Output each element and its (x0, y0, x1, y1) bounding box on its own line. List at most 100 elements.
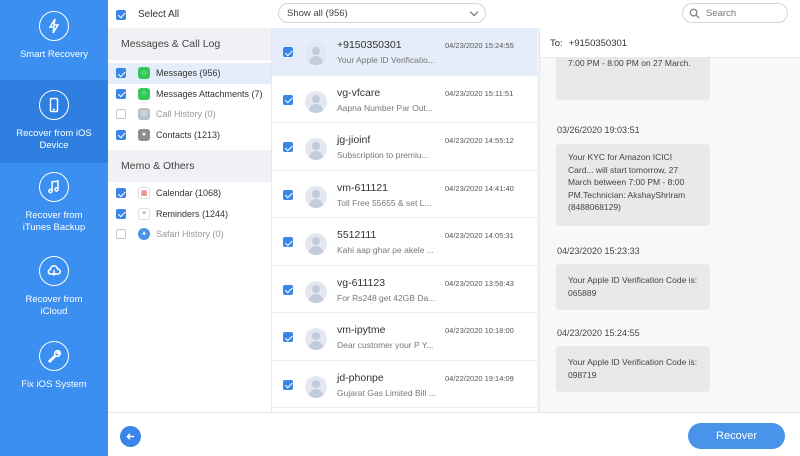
nav-recover-icloud[interactable]: Recover from iCloud (0, 256, 108, 326)
footer-bar: Recover (108, 412, 800, 456)
contacts-icon: ● (138, 128, 150, 141)
message-bubble: Your Apple ID Verification Code is: 0987… (556, 346, 710, 392)
message-checkbox[interactable] (283, 189, 293, 200)
cloud-icon (39, 256, 69, 286)
message-bubble: Your Apple ID Verification Code is: 0658… (556, 264, 710, 310)
category-reminders[interactable]: ≡ Reminders (1244) (108, 204, 271, 225)
wrench-icon (39, 341, 69, 371)
calendar-icon: ▦ (138, 187, 150, 200)
avatar (305, 185, 327, 208)
category-contacts[interactable]: ● Contacts (1213) (108, 125, 271, 146)
select-all-checkbox[interactable] (116, 9, 126, 20)
message-preview: Your Apple ID Verificatio... (337, 55, 435, 65)
message-sender: jd-phonpe (337, 371, 384, 384)
search-icon (689, 8, 700, 19)
phone-icon (39, 90, 69, 120)
category-label: Contacts (1213) (156, 129, 221, 140)
search-input[interactable] (706, 7, 776, 19)
arrow-left-icon (126, 433, 135, 440)
left-nav: Smart Recovery Recover from iOS Device R… (0, 0, 108, 456)
category-panel: Messages & Call Log ○ Messages (956) ○ M… (108, 28, 272, 412)
category-messages[interactable]: ○ Messages (956) (108, 63, 271, 84)
category-calendar[interactable]: ▦ Calendar (1068) (108, 183, 271, 204)
message-sender: vg-vfcare (337, 86, 381, 99)
message-bubble: Your KYC for Amazon ICICI Card... will s… (556, 144, 710, 226)
category-label: Messages (956) (156, 68, 221, 79)
message-checkbox[interactable] (283, 284, 293, 295)
category-checkbox[interactable] (116, 229, 126, 240)
nav-recover-ios-device[interactable]: Recover from iOS Device (0, 80, 108, 163)
message-checkbox[interactable] (283, 237, 293, 247)
message-checkbox[interactable] (283, 379, 293, 390)
music-icon (39, 172, 69, 202)
message-date: 04/22/2020 19:14:09 (445, 373, 514, 383)
message-checkbox[interactable] (283, 332, 293, 342)
category-checkbox[interactable] (116, 88, 126, 99)
message-preview: For Rs248 get 42GB Da... (337, 292, 436, 303)
message-checkbox[interactable] (283, 47, 293, 57)
nav-label: Smart Recovery (19, 49, 89, 60)
category-checkbox[interactable] (116, 208, 126, 219)
category-label: Messages Attachments (7) (156, 88, 263, 99)
message-preview: Aapna Number Par Out... (337, 102, 433, 113)
attachments-icon: ○ (138, 87, 150, 100)
to-number: +9150350301 (568, 38, 628, 49)
category-checkbox[interactable] (116, 188, 126, 199)
category-label: Safari History (0) (156, 229, 224, 240)
list-item[interactable]: +9150350301 04/23/2020 15:24:55 Your App… (272, 28, 537, 76)
avatar (305, 328, 327, 350)
category-label: Call History (0) (156, 109, 216, 120)
category-messages-attachments[interactable]: ○ Messages Attachments (7) (108, 84, 271, 105)
list-item[interactable]: jd-phonpe 04/22/2020 19:14:09 Gujarat Ga… (272, 361, 537, 408)
message-list: +9150350301 04/23/2020 15:24:55 Your App… (272, 28, 540, 412)
avatar (305, 280, 327, 303)
category-group-header: Messages & Call Log (108, 28, 271, 60)
chevron-down-icon (469, 7, 479, 17)
select-all[interactable]: Select All (116, 9, 179, 20)
category-checkbox[interactable] (116, 109, 126, 120)
list-item[interactable]: jg-jioinf 04/23/2020 14:55:12 Subscripti… (272, 123, 537, 171)
back-button[interactable] (120, 426, 141, 447)
message-checkbox[interactable] (283, 142, 293, 152)
nav-smart-recovery[interactable]: Smart Recovery (0, 11, 108, 73)
category-checkbox[interactable] (116, 129, 126, 140)
search-box[interactable] (682, 3, 788, 23)
message-date: 04/23/2020 14:05:31 (445, 231, 514, 240)
category-label: Reminders (1244) (156, 208, 229, 219)
avatar (305, 43, 327, 65)
list-item[interactable]: vm-ipytme 04/23/2020 10:18:00 Dear custo… (272, 313, 537, 361)
message-date: 04/23/2020 14:41:40 (445, 183, 514, 193)
list-item[interactable]: vg-vfcare 04/23/2020 15:11:51 Aapna Numb… (272, 76, 537, 123)
message-date: 04/23/2020 15:24:55 (445, 41, 514, 50)
category-checkbox[interactable] (116, 68, 126, 79)
list-item[interactable]: vm-611121 04/23/2020 14:41:40 Toll Free … (272, 171, 537, 218)
nav-label: Recover from iCloud (25, 294, 83, 317)
reminders-icon: ≡ (138, 207, 150, 220)
conversation-panel: Card... service will occur between 7:00 … (540, 28, 800, 412)
message-sender: jg-jioinf (337, 134, 371, 146)
nav-fix-ios[interactable]: Fix iOS System (0, 341, 108, 401)
message-sender: 5512111 (337, 229, 377, 241)
category-label: Calendar (1068) (156, 188, 222, 199)
category-call-history[interactable]: ☏ Call History (0) (108, 104, 271, 125)
message-date: 04/23/2020 13:56:43 (445, 278, 514, 288)
bolt-icon (39, 11, 69, 41)
category-group-header: Memo & Others (108, 150, 271, 182)
category-safari-history[interactable]: ✦ Safari History (0) (108, 224, 271, 245)
safari-icon: ✦ (138, 228, 150, 241)
message-sender: vg-611123 (337, 276, 386, 289)
phone-icon: ☏ (138, 108, 150, 121)
message-preview: Toll Free 55655 & set L... (337, 197, 432, 208)
recover-button[interactable]: Recover (688, 423, 785, 449)
message-date: 04/23/2020 15:11:51 (445, 88, 514, 98)
list-item[interactable]: vg-611123 04/23/2020 13:56:43 For Rs248 … (272, 266, 537, 313)
select-all-label: Select All (138, 9, 180, 20)
message-checkbox[interactable] (283, 94, 293, 105)
message-sender: vm-ipytme (337, 324, 386, 336)
list-item[interactable]: 5512111 04/23/2020 14:05:31 Kahi aap gha… (272, 218, 537, 266)
nav-recover-itunes[interactable]: Recover from iTunes Backup (0, 172, 108, 242)
filter-dropdown[interactable]: Show all (956) (278, 3, 486, 23)
message-preview: Subscription to premiu... (337, 150, 429, 160)
message-date: 04/23/2020 14:55:12 (445, 136, 514, 145)
message-preview: Gujarat Gas Limited Bill ... (337, 387, 436, 398)
